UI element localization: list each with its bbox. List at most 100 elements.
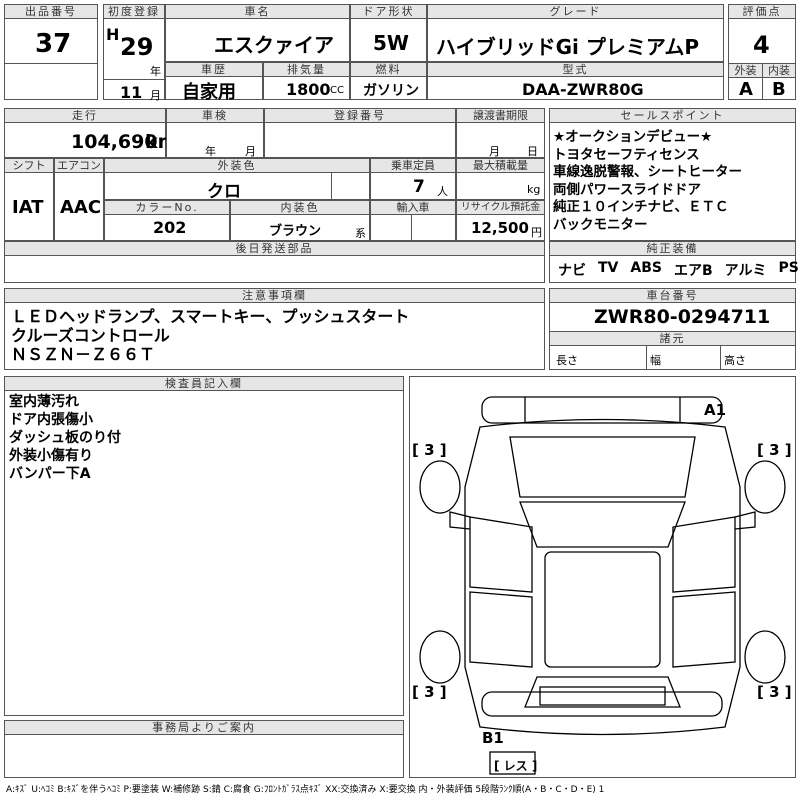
month-unit: 月 xyxy=(150,89,161,102)
load-unit: kg xyxy=(527,183,541,196)
displacement: 1800 xyxy=(286,80,331,99)
note-line: ＬＥＤヘッドランプ、スマートキー、プッシュスタート xyxy=(11,307,410,326)
interior-grade: B xyxy=(772,79,786,100)
tire-rear-left: [ 3 ] xyxy=(412,683,447,701)
capacity-label: 乗車定員 xyxy=(371,159,455,173)
first-registration-cell: 初度登録 H 29 年 11 月 xyxy=(103,4,165,102)
spare-tire-label: [ レス ] xyxy=(494,759,538,773)
exterior-label: 外装 xyxy=(729,64,762,78)
equipment-item: ABS xyxy=(630,260,662,276)
car-diagram: [ 3 ] [ 3 ] [ 3 ] [ 3 ] A1 B1 [ レス ] xyxy=(409,376,796,778)
tire-rear-right: [ 3 ] xyxy=(757,683,792,701)
door-cell: ドア形状 5W xyxy=(350,4,427,62)
door-type: 5W xyxy=(373,31,409,55)
import-cell: 輸入車 xyxy=(370,200,456,241)
int-color-unit: 系 xyxy=(355,227,366,240)
transfer-month-unit: 月 xyxy=(489,145,500,158)
office-cell: 事務局よりご案内 xyxy=(4,720,404,778)
sales-point: 純正１０インチナビ、ＥＴＣ xyxy=(553,199,729,215)
history-label: 車歴 xyxy=(166,63,262,77)
score: 4 xyxy=(753,31,770,59)
load-label: 最大積載量 xyxy=(457,159,544,173)
notes-cell: 注意事項欄 ＬＥＤヘッドランプ、スマートキー、プッシュスタート クルーズコントロ… xyxy=(4,288,545,370)
grade: ハイブリッドGi プレミアムP xyxy=(436,35,700,59)
shift-label: シフト xyxy=(5,159,53,173)
inspector-line: バンパー下A xyxy=(9,466,91,482)
equipment-list: ナビ TV ABS エアB アルミ PS PW xyxy=(558,260,800,280)
fuel-cell: 燃料 ガソリン xyxy=(350,62,427,100)
model: DAA-ZWR80G xyxy=(522,80,644,99)
height-label: 高さ xyxy=(724,354,746,367)
inspector-line: 室内薄汚れ xyxy=(9,394,79,410)
equipment-item: TV xyxy=(598,260,619,276)
note-line: クルーズコントロール xyxy=(11,326,170,345)
door-label: ドア形状 xyxy=(351,5,426,19)
lot-cell: 出品番号 37 xyxy=(4,4,98,100)
grade-cell: グレード ハイブリッドGi プレミアムP xyxy=(427,4,724,62)
ext-color: クロ xyxy=(207,182,241,202)
mileage-label: 走行 xyxy=(5,109,165,123)
era: H xyxy=(106,25,120,44)
notes-list: ＬＥＤヘッドランプ、スマートキー、プッシュスタート クルーズコントロール ＮＳＺ… xyxy=(11,307,409,364)
recycle-cell: リサイクル預託金 12,500 円 xyxy=(456,200,545,241)
car-outline-drawing xyxy=(419,396,786,775)
equipment-item: ナビ xyxy=(558,263,586,279)
displacement-label: 排気量 xyxy=(264,63,349,77)
inspector-line: ダッシュ板のり付 xyxy=(9,430,121,446)
equipment-label: 純正装備 xyxy=(550,242,795,256)
later-parts-label: 後日発送部品 xyxy=(5,242,544,256)
inspector-line: 外装小傷有り xyxy=(9,448,93,464)
chassis-label: 車台番号 xyxy=(550,289,795,303)
year-unit: 年 xyxy=(150,65,161,78)
sales-points-label: セールスポイント xyxy=(550,109,795,123)
score-label: 評価点 xyxy=(729,5,795,19)
equipment-cell: 純正装備 ナビ TV ABS エアB アルミ PS PW xyxy=(549,241,799,283)
displacement-unit: CC xyxy=(330,85,344,96)
shift: IAT xyxy=(12,197,44,218)
import-label: 輸入車 xyxy=(371,201,455,215)
car-name: エスクァイア xyxy=(214,33,334,57)
notes-label: 注意事項欄 xyxy=(5,289,544,303)
chassis-cell: 車台番号 ZWR80-0294711 諸元 長さ 幅 高さ xyxy=(549,288,796,370)
tire-front-right: [ 3 ] xyxy=(757,441,792,459)
color-no: 202 xyxy=(153,218,187,237)
interior-label: 内装 xyxy=(762,64,795,78)
equipment-item: エアB xyxy=(673,263,713,279)
equipment-item: PS xyxy=(778,260,799,276)
sales-point: トヨタセーフティセンス xyxy=(553,146,700,163)
transfer-cell: 譲渡書期限 月 日 xyxy=(456,108,545,158)
int-color-label: 内装色 xyxy=(231,201,369,215)
ac-label: エアコン xyxy=(55,159,103,173)
later-parts-cell: 後日発送部品 xyxy=(4,241,545,283)
int-color-cell: 内装色 ブラウン 系 xyxy=(230,200,370,241)
sales-point: バックモニター xyxy=(553,216,648,233)
capacity: 7 xyxy=(413,177,425,197)
fuel: ガソリン xyxy=(363,83,419,99)
transfer-label: 譲渡書期限 xyxy=(457,109,544,123)
car-name-cell: 車名 エスクァイア xyxy=(165,4,350,62)
inspection-cell: 車検 年 月 xyxy=(166,108,264,158)
capacity-unit: 人 xyxy=(437,185,448,198)
sales-point: 両側パワースライドドア xyxy=(553,181,701,198)
inspection-label: 車検 xyxy=(167,109,263,123)
color-no-cell: カラーNo. 202 xyxy=(104,200,230,241)
note-line: ＮＳＺＮ－Ｚ６６Ｔ xyxy=(11,345,156,364)
office-label: 事務局よりご案内 xyxy=(5,721,403,735)
ext-color-label: 外装色 xyxy=(105,159,369,173)
car-name-label: 車名 xyxy=(166,5,349,19)
load-cell: 最大積載量 kg xyxy=(456,158,545,200)
history-cell: 車歴 自家用 xyxy=(165,62,263,103)
plate-label: 登録番号 xyxy=(265,109,455,123)
registration-year: 29 xyxy=(120,33,154,61)
model-cell: 型式 DAA-ZWR80G xyxy=(427,62,724,100)
exterior-grade: A xyxy=(739,79,753,100)
inspection-month-unit: 月 xyxy=(245,145,256,158)
capacity-cell: 乗車定員 7 人 xyxy=(370,158,456,200)
ext-color-cell: 外装色 クロ xyxy=(104,158,370,202)
ac: AAC xyxy=(60,197,102,218)
sales-point: 車線逸脱警報、シートヒーター xyxy=(553,164,742,180)
specs-label: 諸元 xyxy=(550,331,795,346)
ac-cell: エアコン AAC xyxy=(54,158,104,241)
plate-cell: 登録番号 xyxy=(264,108,456,158)
length-label: 長さ xyxy=(556,354,578,367)
